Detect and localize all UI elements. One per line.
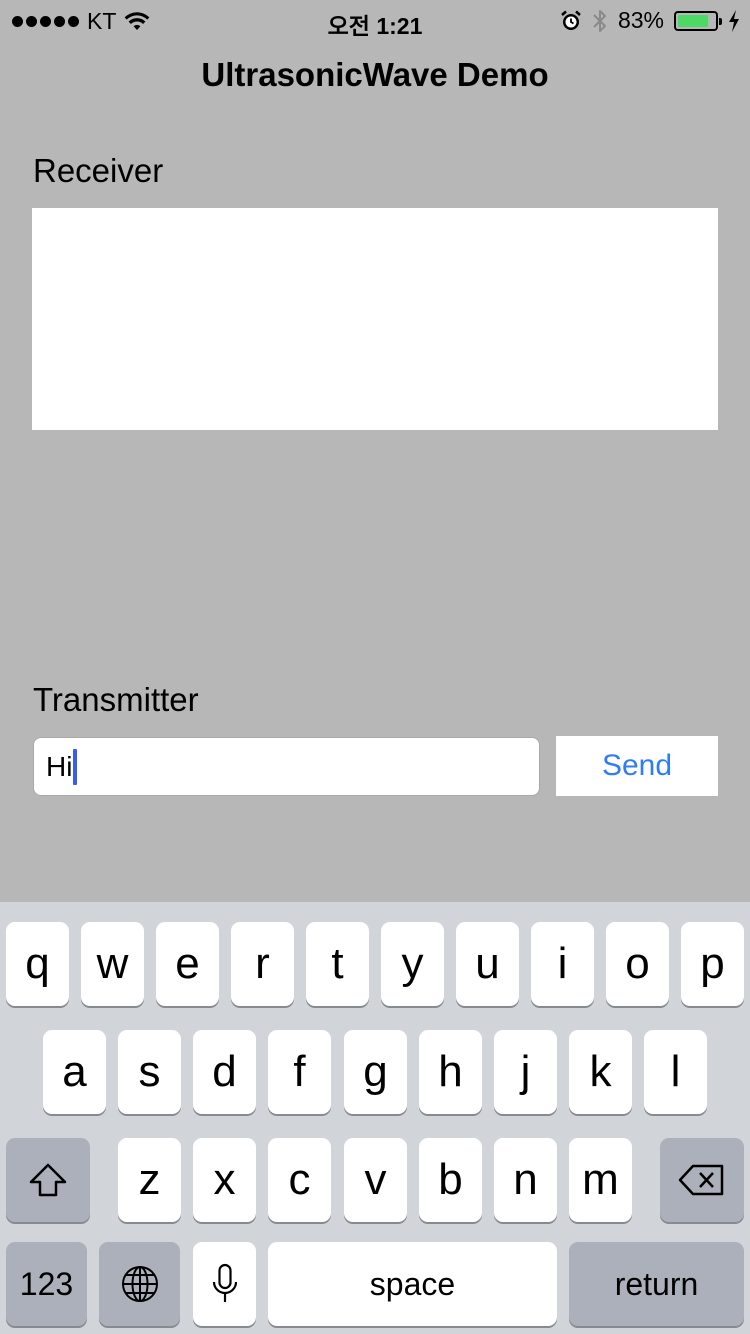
key-t[interactable]: t (306, 922, 369, 1006)
battery-icon (674, 10, 722, 31)
transmitter-label: Transmitter (33, 681, 199, 718)
delete-key[interactable] (660, 1138, 744, 1222)
key-f[interactable]: f (268, 1030, 331, 1114)
shift-key[interactable] (6, 1138, 90, 1222)
receiver-label: Receiver (33, 152, 164, 189)
globe-icon (121, 1266, 158, 1302)
microphone-icon (212, 1263, 237, 1302)
key-v[interactable]: v (344, 1138, 407, 1222)
key-u[interactable]: u (456, 922, 519, 1006)
page-title: UltrasonicWave Demo (201, 56, 549, 93)
key-k[interactable]: k (569, 1030, 632, 1114)
key-l[interactable]: l (644, 1030, 707, 1114)
key-z[interactable]: z (118, 1138, 181, 1222)
key-p[interactable]: p (681, 922, 744, 1006)
key-g[interactable]: g (344, 1030, 407, 1114)
receiver-text-area[interactable] (32, 208, 718, 430)
charging-bolt-icon (729, 9, 739, 32)
key-x[interactable]: x (193, 1138, 256, 1222)
key-s[interactable]: s (118, 1030, 181, 1114)
key-o[interactable]: o (606, 922, 669, 1006)
space-key[interactable]: space (268, 1242, 557, 1326)
return-key[interactable]: return (569, 1242, 744, 1326)
transmitter-input[interactable]: Hi (33, 737, 540, 796)
key-d[interactable]: d (193, 1030, 256, 1114)
transmitter-input-value: Hi (46, 750, 73, 782)
key-n[interactable]: n (494, 1138, 557, 1222)
battery-fill (678, 14, 708, 27)
backspace-icon (678, 1164, 724, 1196)
key-e[interactable]: e (156, 922, 219, 1006)
globe-key[interactable] (99, 1242, 180, 1326)
key-w[interactable]: w (81, 922, 144, 1006)
numbers-key[interactable]: 123 (6, 1242, 87, 1326)
bluetooth-icon (593, 9, 606, 32)
key-h[interactable]: h (419, 1030, 482, 1114)
text-cursor (73, 748, 78, 785)
key-i[interactable]: i (531, 922, 594, 1006)
key-r[interactable]: r (231, 922, 294, 1006)
alarm-icon (561, 10, 581, 30)
keyboard: q w e r t y u i o p a s d f g h j k l z … (0, 902, 750, 1334)
battery-percent: 83% (617, 7, 664, 33)
status-right: 83% (560, 7, 740, 34)
app-screen: KT 오전 1:21 83% UltrasonicWave Demo Recei… (0, 0, 750, 1334)
key-a[interactable]: a (43, 1030, 106, 1114)
key-q[interactable]: q (6, 922, 69, 1006)
key-b[interactable]: b (419, 1138, 482, 1222)
key-y[interactable]: y (381, 922, 444, 1006)
send-button[interactable]: Send (556, 736, 718, 796)
status-bar: KT 오전 1:21 83% (0, 0, 750, 40)
key-j[interactable]: j (494, 1030, 557, 1114)
key-c[interactable]: c (268, 1138, 331, 1222)
dictation-key[interactable] (193, 1242, 256, 1326)
shift-icon (29, 1163, 67, 1197)
key-m[interactable]: m (569, 1138, 632, 1222)
